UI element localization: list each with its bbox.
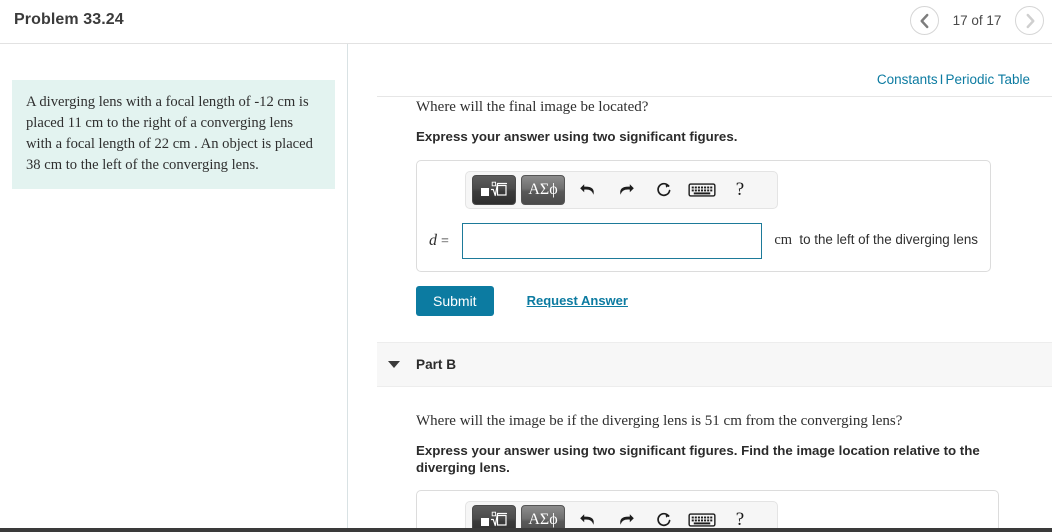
part-a-unit-label: cm to the left of the diverging lens [774, 232, 978, 249]
part-a-unit-suffix: to the left of the diverging lens [799, 232, 978, 248]
keyboard-icon[interactable] [687, 175, 717, 205]
part-a-answer-box: ΑΣϕ ? d = cm to the left of the divergin… [416, 159, 991, 272]
part-a-actions: Submit Request Answer [416, 285, 1052, 316]
request-answer-link[interactable]: Request Answer [527, 293, 628, 308]
problem-parts-panel: Constants I Periodic Table Where will the … [349, 44, 1052, 532]
page-bottom-edge [0, 528, 1052, 532]
constants-link[interactable]: Constants [877, 72, 938, 87]
pager-count-label: 17 of 17 [952, 13, 1002, 28]
part-b-header[interactable]: Part B [377, 341, 1052, 387]
greek-symbols-button[interactable]: ΑΣϕ [521, 174, 565, 205]
part-b-instruction: Express your answer using two significan… [416, 442, 980, 476]
submit-button[interactable]: Submit [416, 285, 494, 316]
chevron-right-icon [1015, 12, 1045, 30]
part-a-question: Where will the final image be located? [416, 99, 649, 115]
problem-statement-text: A diverging lens with a focal length of … [12, 80, 335, 190]
part-b-question: Where will the image be if the diverging… [416, 412, 903, 429]
reset-icon[interactable] [649, 175, 679, 205]
page-title: Problem 33.24 [14, 11, 124, 28]
part-a-input-row: d = cm to the left of the diverging lens [429, 222, 978, 259]
periodic-table-link[interactable]: Periodic Table [945, 72, 1030, 87]
part-b-section: Where will the image be if the diverging… [349, 413, 1052, 532]
part-a-answer-input[interactable] [462, 222, 763, 259]
problem-statement-panel: A diverging lens with a focal length of … [0, 44, 348, 532]
redo-icon[interactable] [611, 175, 641, 205]
previous-problem-button[interactable] [910, 6, 939, 35]
part-a-math-toolbar: ΑΣϕ ? [465, 170, 778, 209]
part-b-answer-box: ΑΣϕ ? [416, 489, 999, 532]
math-template-button[interactable] [472, 174, 516, 205]
content-area: A diverging lens with a focal length of … [0, 44, 1052, 532]
part-a-section: Where will the final image be located? E… [349, 99, 1052, 316]
part-a-variable-label: d = [429, 231, 449, 249]
part-a-instruction: Express your answer using two significan… [416, 129, 738, 144]
chevron-left-icon [910, 12, 940, 30]
undo-icon[interactable] [573, 175, 603, 205]
caret-down-icon[interactable] [388, 360, 400, 368]
problem-pager: 17 of 17 [910, 6, 1044, 35]
part-a-divider [377, 96, 1052, 97]
part-a-unit: cm [774, 232, 793, 249]
help-icon[interactable]: ? [725, 175, 755, 205]
page-header: Problem 33.24 17 of 17 [0, 0, 1052, 44]
part-b-label: Part B [416, 356, 457, 372]
resource-links: Constants I Periodic Table [877, 72, 1030, 87]
next-problem-button[interactable] [1015, 6, 1044, 35]
